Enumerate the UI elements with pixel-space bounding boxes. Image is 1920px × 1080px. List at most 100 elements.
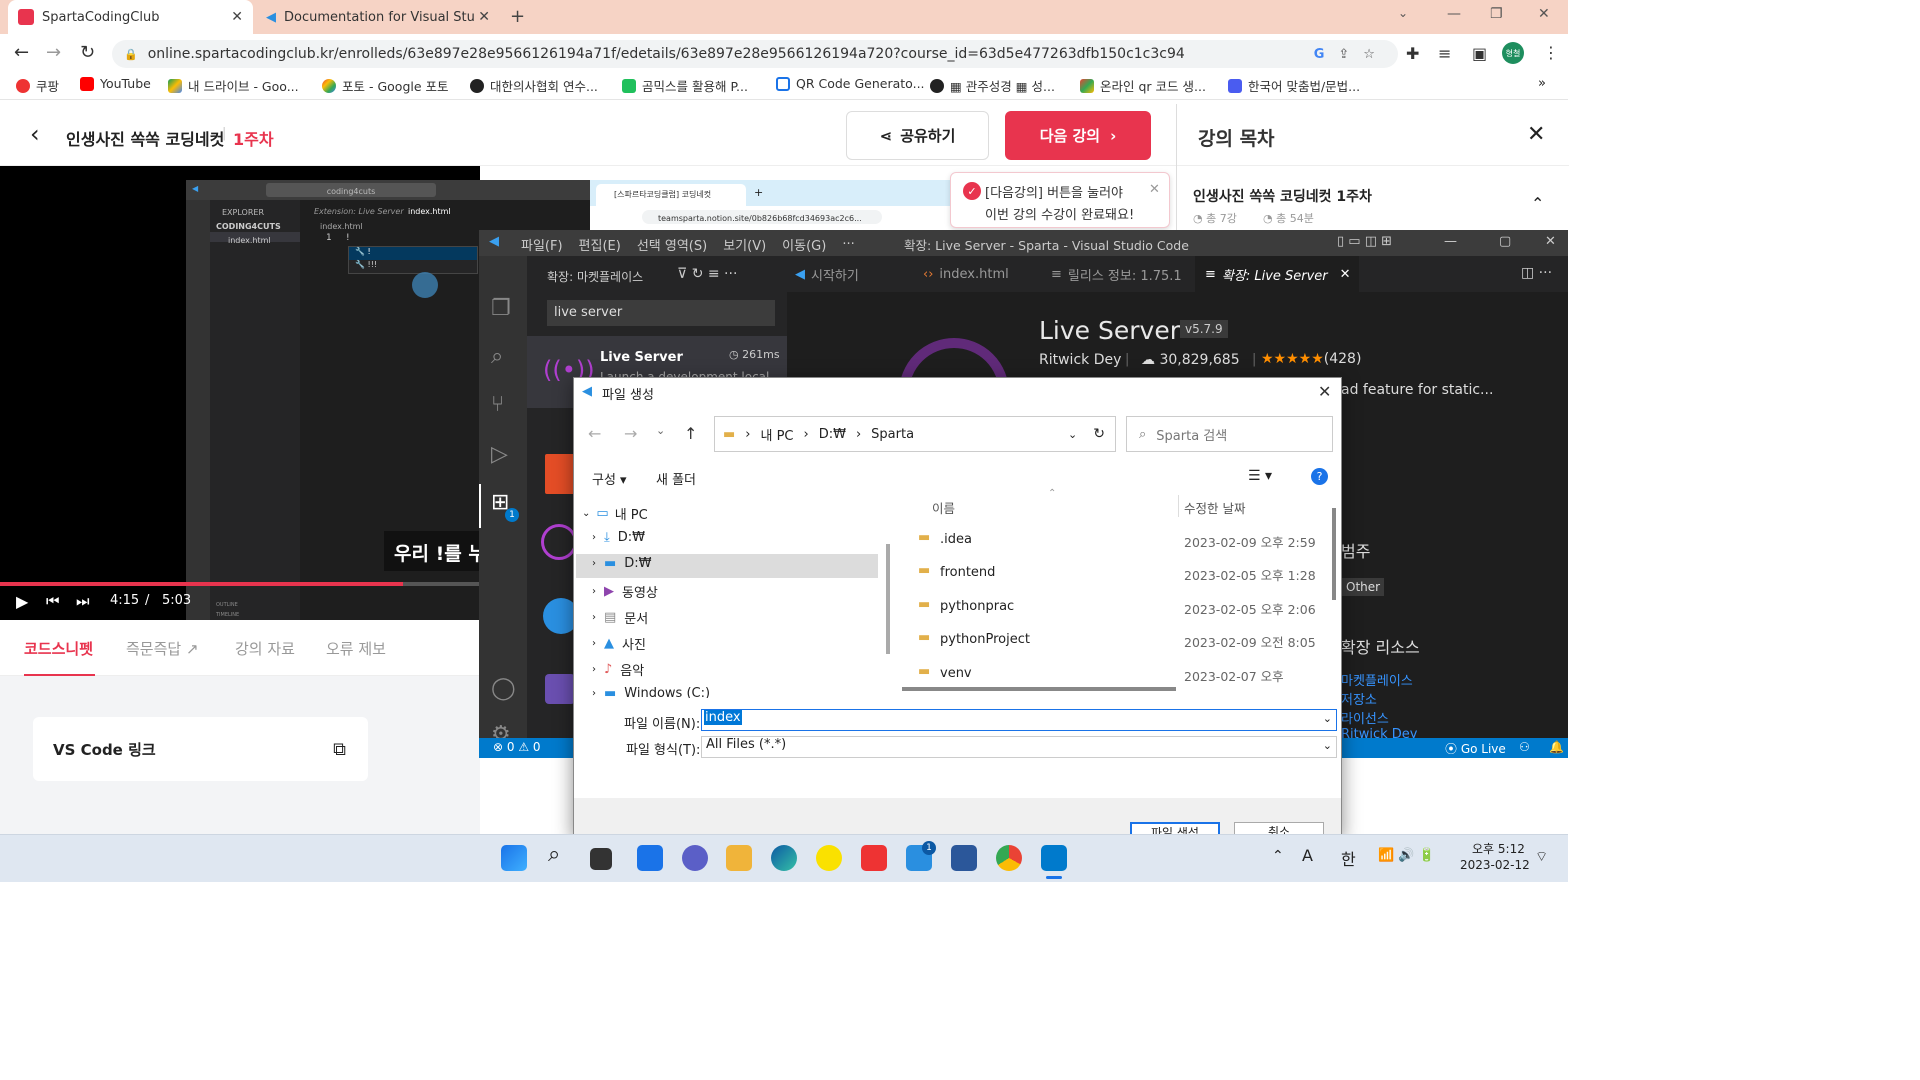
tree-item-documents[interactable]: › ▤ 문서 <box>592 608 648 627</box>
bookmark-item[interactable]: 온라인 qr 코드 생... <box>1080 76 1206 95</box>
back-arrow-icon[interactable]: ‹ <box>30 120 40 148</box>
system-tray-icons[interactable]: 📶 🔊 🔋 <box>1378 848 1435 863</box>
resource-link-repository[interactable]: 저장소 <box>1341 689 1377 708</box>
column-name[interactable]: 이름 <box>932 498 955 517</box>
layout-icons[interactable]: ▯ ▭ ◫ ⊞ <box>1337 234 1392 249</box>
tab-search-icon[interactable]: ⌄ <box>1398 6 1408 20</box>
pdf-icon[interactable] <box>861 845 887 871</box>
close-tab-icon[interactable]: ✕ <box>478 9 490 25</box>
bookmark-item[interactable]: YouTube <box>80 76 151 91</box>
filetype-select[interactable]: All Files (*.*) ⌄ <box>701 736 1337 758</box>
notifications-icon[interactable]: 🔔 <box>1549 740 1564 754</box>
extensions-icon[interactable]: ✚ <box>1406 44 1419 63</box>
back-icon[interactable]: ← <box>588 424 601 443</box>
tab-live-server[interactable]: ≡ 확장: Live Server ✕ <box>1195 256 1359 292</box>
restore-icon[interactable]: ❐ <box>1490 6 1503 22</box>
tab-release-notes[interactable]: ≡ 릴리스 정보: 1.75.1 <box>1051 256 1182 292</box>
path-segment[interactable]: Sparta <box>871 427 914 442</box>
reload-icon[interactable]: ↻ <box>80 42 95 63</box>
extension-author[interactable]: Ritwick Dey <box>1039 352 1121 368</box>
bookmark-item[interactable]: 쿠팡 <box>16 76 59 95</box>
share-button[interactable]: ⋖ 공유하기 <box>846 111 989 160</box>
new-tab-icon[interactable]: + <box>510 6 525 27</box>
close-icon[interactable]: ✕ <box>1149 182 1160 197</box>
video-progress-track[interactable] <box>0 582 480 586</box>
bookmark-star-icon[interactable]: ☆ <box>1363 47 1375 62</box>
account-icon[interactable]: ◯ <box>491 676 516 701</box>
menu-more[interactable]: ··· <box>842 237 854 252</box>
google-icon[interactable]: G <box>1314 47 1325 62</box>
close-tab-icon[interactable]: ✕ <box>231 9 243 25</box>
file-row[interactable]: ▬ frontend 2023-02-05 오후 1:28 <box>918 557 1318 587</box>
previous-icon[interactable]: ⏮ <box>46 592 60 610</box>
menu-selection[interactable]: 선택 영역(S) <box>637 235 707 254</box>
avatar[interactable]: 형철 <box>1502 42 1524 64</box>
clock-date[interactable]: 2023-02-12 <box>1460 858 1530 872</box>
path-bar[interactable]: ▬ › 내 PC › D:₩ › Sparta ⌄ ↻ <box>714 416 1116 452</box>
file-row[interactable]: ▬ venv 2023-02-07 오후 12:50 <box>918 658 1318 684</box>
widgets-icon[interactable] <box>637 845 663 871</box>
vscode-taskbar-icon[interactable] <box>1041 845 1067 871</box>
bookmark-item[interactable]: ▦ 관주성경 ▦ 성... <box>930 76 1055 95</box>
split-editor-icon[interactable]: ◫ ··· <box>1521 265 1552 281</box>
bookmark-item[interactable]: 포토 - Google 포토 <box>322 76 449 95</box>
recent-locations-icon[interactable]: ⌄ <box>656 424 665 437</box>
ime-mode[interactable]: A <box>1302 846 1313 865</box>
more-bookmarks-icon[interactable]: » <box>1538 76 1546 91</box>
notification-icon[interactable]: ⌔ <box>1535 848 1548 866</box>
task-view-icon[interactable] <box>590 848 612 870</box>
resource-link-author[interactable]: Ritwick Dey <box>1341 727 1418 738</box>
go-live-button[interactable]: ⦿ Go Live <box>1445 740 1506 757</box>
tree-item-drive-selected[interactable]: › ▬ D:₩ <box>592 556 652 571</box>
restore-icon[interactable]: ▢ <box>1499 234 1511 249</box>
path-segment[interactable]: D:₩ <box>819 427 846 442</box>
accounts-icon[interactable]: ⚇ <box>1519 740 1530 754</box>
minimize-icon[interactable]: — <box>1447 6 1461 22</box>
chevron-down-icon[interactable]: ⌄ <box>1323 739 1332 752</box>
organize-menu[interactable]: 구성 ▾ <box>592 469 627 488</box>
path-segment[interactable]: 내 PC <box>761 425 794 444</box>
tree-item-pc[interactable]: ⌄ ▭ 내 PC <box>582 504 648 523</box>
search-icon[interactable]: ⌕ <box>491 344 503 369</box>
edge-icon[interactable] <box>771 845 797 871</box>
tab-materials[interactable]: 강의 자료 <box>235 638 295 659</box>
menu-view[interactable]: 보기(V) <box>723 235 766 254</box>
tree-item-videos[interactable]: › ▶ 동영상 <box>592 582 658 601</box>
clock-time[interactable]: 오후 5:12 <box>1472 840 1525 857</box>
share-icon[interactable]: ⇪ <box>1338 47 1349 62</box>
forward-icon[interactable]: → <box>46 42 61 63</box>
forward-icon[interactable]: → <box>624 424 637 443</box>
close-icon[interactable]: ✕ <box>1318 382 1331 401</box>
close-tab-icon[interactable]: ✕ <box>1340 267 1351 282</box>
media-icon[interactable]: ≡ <box>1438 44 1451 63</box>
file-explorer-icon[interactable] <box>726 845 752 871</box>
tab-welcome[interactable]: ◀ 시작하기 <box>795 256 859 292</box>
chevron-up-icon[interactable]: ⌃ <box>1531 194 1544 213</box>
tab-report[interactable]: 오류 제보 <box>326 638 386 659</box>
file-row[interactable]: ▬ .idea 2023-02-09 오후 2:59 <box>918 524 1318 554</box>
copy-icon[interactable]: ⧉ <box>333 739 346 760</box>
bookmark-item[interactable]: QR Code Generato... <box>776 76 925 91</box>
explorer-icon[interactable]: ❐ <box>491 296 511 321</box>
tree-item-music[interactable]: › ♪ 음악 <box>592 660 644 679</box>
next-icon[interactable]: ⏭ <box>76 592 90 610</box>
column-date[interactable]: 수정한 날짜 <box>1184 498 1245 517</box>
vertical-scrollbar[interactable] <box>1332 508 1336 600</box>
tab-code-snippet[interactable]: 코드스니펫 <box>24 638 93 659</box>
dialog-search-input[interactable]: ⌕ Sparta 검색 <box>1126 416 1333 452</box>
tree-scrollbar[interactable] <box>886 544 890 654</box>
close-icon[interactable]: ✕ <box>1527 122 1545 147</box>
bookmark-item[interactable]: 내 드라이브 - Goo... <box>168 76 299 95</box>
chevron-down-icon[interactable]: ⌄ <box>1323 712 1332 725</box>
tree-item-drive[interactable]: › ⤓ D:₩ <box>592 530 645 545</box>
back-icon[interactable]: ← <box>14 42 29 63</box>
file-row[interactable]: ▬ pythonProject 2023-02-09 오전 8:05 <box>918 624 1318 654</box>
bookmark-item[interactable]: 곰믹스를 활용해 P... <box>622 76 748 95</box>
chevron-up-icon[interactable]: ⌃ <box>1272 848 1284 864</box>
start-icon[interactable] <box>501 845 527 871</box>
horizontal-scrollbar[interactable] <box>902 687 1176 691</box>
chrome-icon[interactable] <box>996 845 1022 871</box>
tree-item-pictures[interactable]: › ▲ 사진 <box>592 634 646 653</box>
menu-icon[interactable]: ⋮ <box>1543 43 1559 62</box>
tab-index-html[interactable]: ‹› index.html <box>923 256 1009 292</box>
